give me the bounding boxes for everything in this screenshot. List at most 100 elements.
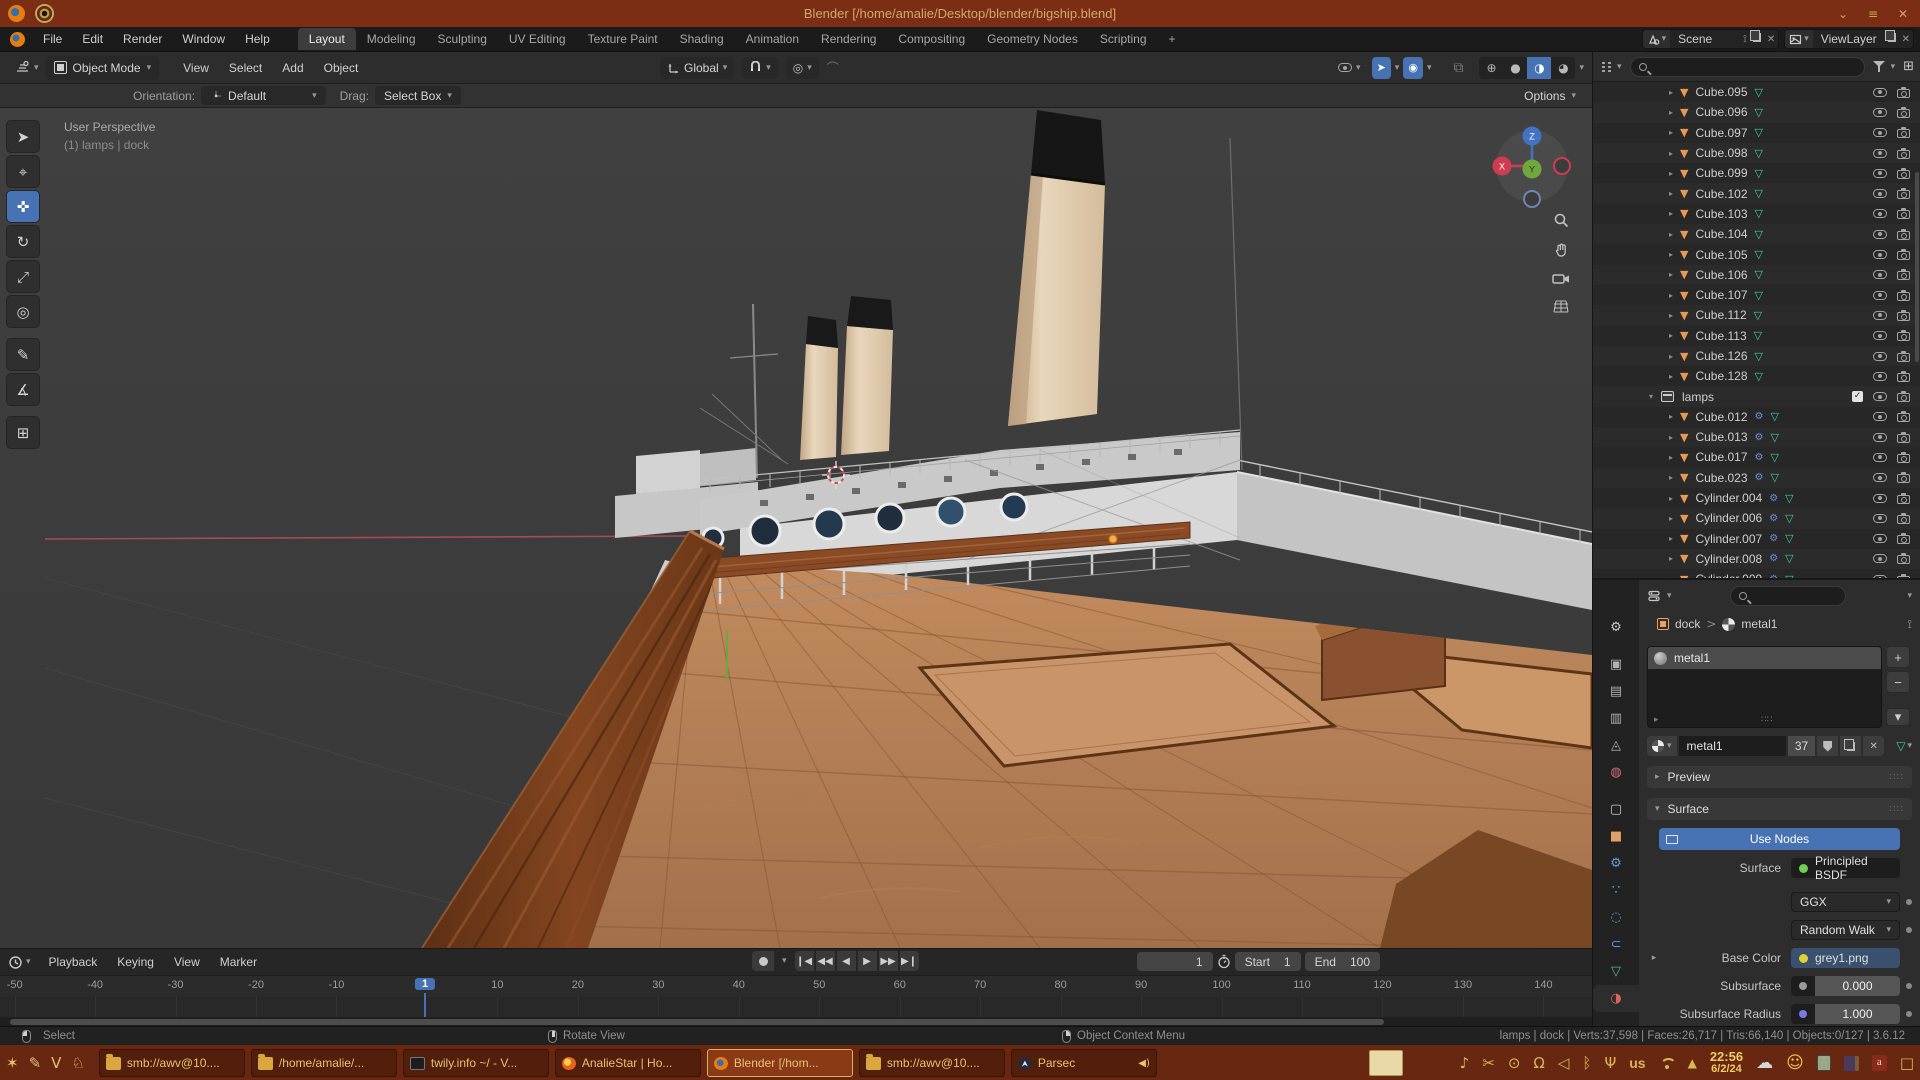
outliner-row[interactable]: ▸ ▾ ▼ Cube.023 ⚙ ▽ ✓: [1593, 468, 1920, 488]
mode-selector[interactable]: Object Mode ▾: [46, 56, 160, 80]
scene-selector[interactable]: ▾ Scene ⟟ ✕: [1642, 29, 1780, 49]
outliner-row[interactable]: ▸ ▾ ▼ Cube.099 ⚙ ▽ ✓: [1593, 163, 1920, 183]
hide-eye-icon[interactable]: [1873, 494, 1887, 503]
launcher-icon[interactable]: ♘: [71, 1054, 84, 1072]
expand-arrow-icon[interactable]: ▸: [1665, 372, 1677, 381]
hide-eye-icon[interactable]: [1873, 209, 1887, 218]
prev-keyframe-button[interactable]: ◀◀: [816, 951, 835, 971]
hide-eye-icon[interactable]: [1873, 392, 1887, 401]
hide-eye-icon[interactable]: [1873, 250, 1887, 259]
tool-button[interactable]: ⊞: [6, 416, 40, 449]
expand-arrow-icon[interactable]: ▸: [1665, 291, 1677, 300]
disable-render-icon[interactable]: [1897, 413, 1910, 422]
disable-render-icon[interactable]: [1897, 190, 1910, 199]
window-close-icon[interactable]: ✕: [1894, 7, 1912, 21]
hide-eye-icon[interactable]: [1873, 554, 1887, 563]
disable-render-icon[interactable]: [1897, 373, 1910, 382]
preview-panel-header[interactable]: ▸ Preview ∷∷: [1647, 766, 1912, 788]
disable-render-icon[interactable]: [1897, 292, 1910, 301]
hide-eye-icon[interactable]: [1873, 128, 1887, 137]
outliner-row[interactable]: ▸ ▾ ▼ Cube.097 ⚙ ▽ ✓: [1593, 123, 1920, 143]
object-name[interactable]: Cube.126: [1695, 349, 1747, 363]
keyframe-dot[interactable]: [1906, 983, 1912, 989]
object-name[interactable]: Cube.096: [1695, 105, 1747, 119]
play-button[interactable]: ▶: [858, 951, 877, 971]
tool-button[interactable]: ∡: [6, 373, 40, 406]
expand-arrow-icon[interactable]: ▸: [1665, 534, 1677, 543]
shading-dropdown[interactable]: ▾: [1579, 63, 1584, 73]
object-name[interactable]: Cube.106: [1695, 268, 1747, 282]
blender-menu-icon[interactable]: [10, 32, 25, 47]
base-color-texture-field[interactable]: grey1.png: [1791, 948, 1900, 968]
hide-eye-icon[interactable]: [1873, 149, 1887, 158]
tray-icon[interactable]: ᛒ: [1582, 1054, 1591, 1072]
outliner-row[interactable]: ▸ ▾ ▼ Cube.126 ⚙ ▽ ✓: [1593, 346, 1920, 366]
hide-eye-icon[interactable]: [1873, 311, 1887, 320]
disable-render-icon[interactable]: [1897, 535, 1910, 544]
browse-material-dropdown[interactable]: ▾: [1647, 736, 1677, 756]
shading-wireframe-icon[interactable]: ⊕: [1479, 57, 1503, 79]
camera-view-icon[interactable]: [1552, 272, 1570, 286]
tray-icon[interactable]: Ψ: [1604, 1054, 1616, 1072]
overlays-toggle-icon[interactable]: ⧉: [1453, 60, 1463, 76]
disable-render-icon[interactable]: [1897, 170, 1910, 179]
shading-rendered-icon[interactable]: ◕: [1551, 57, 1575, 79]
pan-hand-icon[interactable]: [1553, 242, 1570, 259]
properties-tab[interactable]: ▥: [1593, 705, 1639, 732]
expand-arrow-icon[interactable]: ▸: [1665, 453, 1677, 462]
shading-material-icon[interactable]: ◑: [1527, 57, 1551, 79]
expand-arrow-icon[interactable]: ▸: [1665, 108, 1677, 117]
viewport-menu-item[interactable]: Object: [314, 58, 369, 78]
visibility-dropdown[interactable]: ▾: [1331, 57, 1368, 79]
properties-tab[interactable]: ■: [1593, 823, 1639, 850]
hide-eye-icon[interactable]: [1873, 189, 1887, 198]
workspace-tab[interactable]: Scripting: [1089, 28, 1158, 50]
viewport-menu-item[interactable]: Select: [219, 58, 272, 78]
transform-orientation-dropdown[interactable]: Global ▾: [660, 57, 734, 79]
ortho-grid-icon[interactable]: [1553, 299, 1569, 315]
workspace-tab[interactable]: Shading: [669, 28, 735, 50]
expand-arrow-icon[interactable]: ▸: [1665, 514, 1677, 523]
clock[interactable]: 22:56 6/2/24: [1710, 1050, 1743, 1076]
outliner-row[interactable]: ▸ ▾ ▼ Cylinder.007 ⚙ ▽ ✓: [1593, 529, 1920, 549]
object-name[interactable]: Cube.023: [1695, 471, 1747, 485]
copy-icon[interactable]: [1885, 33, 1899, 45]
unlink-material-icon[interactable]: ✕: [1863, 736, 1884, 756]
filter-icon[interactable]: [1873, 61, 1887, 73]
proportional-dropdown[interactable]: ▾: [807, 63, 812, 73]
gizmos-dropdown[interactable]: ▾: [1427, 63, 1432, 73]
expand-arrow-icon[interactable]: ▸: [1647, 953, 1661, 963]
hide-eye-icon[interactable]: [1873, 473, 1887, 482]
properties-tab[interactable]: ▤: [1593, 678, 1639, 705]
object-name[interactable]: Cube.012: [1695, 410, 1747, 424]
books-icon[interactable]: [1844, 1056, 1859, 1071]
navigation-gizmo[interactable]: Z X Y: [1490, 122, 1574, 210]
surface-panel-header[interactable]: ▾ Surface ∷∷: [1647, 798, 1912, 820]
window-shade-icon[interactable]: ⌄: [1834, 7, 1852, 21]
disable-render-icon[interactable]: [1897, 434, 1910, 443]
sss-method-dropdown[interactable]: Random Walk ▾: [1791, 920, 1900, 940]
workspace-tab[interactable]: UV Editing: [498, 28, 577, 50]
jump-to-start-button[interactable]: ❙◀: [795, 951, 814, 971]
keyboard-layout-indicator[interactable]: us: [1629, 1055, 1645, 1071]
zoom-icon[interactable]: [1553, 212, 1570, 229]
grip-icon[interactable]: ∷∷: [1761, 715, 1772, 725]
outliner-row[interactable]: ▸ ▾ ▼ Cube.103 ⚙ ▽ ✓: [1593, 204, 1920, 224]
workspace-tab[interactable]: Texture Paint: [577, 28, 669, 50]
hide-eye-icon[interactable]: [1873, 331, 1887, 340]
collapse-arrow-icon[interactable]: ▾: [1645, 392, 1657, 401]
expand-arrow-icon[interactable]: ▸: [1665, 88, 1677, 97]
jump-to-end-button[interactable]: ▶❙: [900, 951, 919, 971]
window-menu-icon[interactable]: ≡: [1864, 7, 1882, 21]
object-name[interactable]: Cube.103: [1695, 207, 1747, 221]
object-name[interactable]: lamps: [1682, 390, 1714, 404]
tray-icon[interactable]: ♪: [1460, 1054, 1470, 1072]
orientation-select[interactable]: Default ▾: [201, 86, 326, 105]
expand-arrow-icon[interactable]: ▸: [1665, 128, 1677, 137]
expand-arrow-icon[interactable]: ▸: [1665, 494, 1677, 503]
editor-type-button[interactable]: ▾: [8, 57, 46, 79]
properties-tab[interactable]: ▽: [1593, 958, 1639, 985]
keyframe-dot[interactable]: [1906, 1011, 1912, 1017]
collection-checkbox[interactable]: ✓: [1852, 391, 1863, 402]
breadcrumb-material[interactable]: metal1: [1741, 617, 1777, 631]
